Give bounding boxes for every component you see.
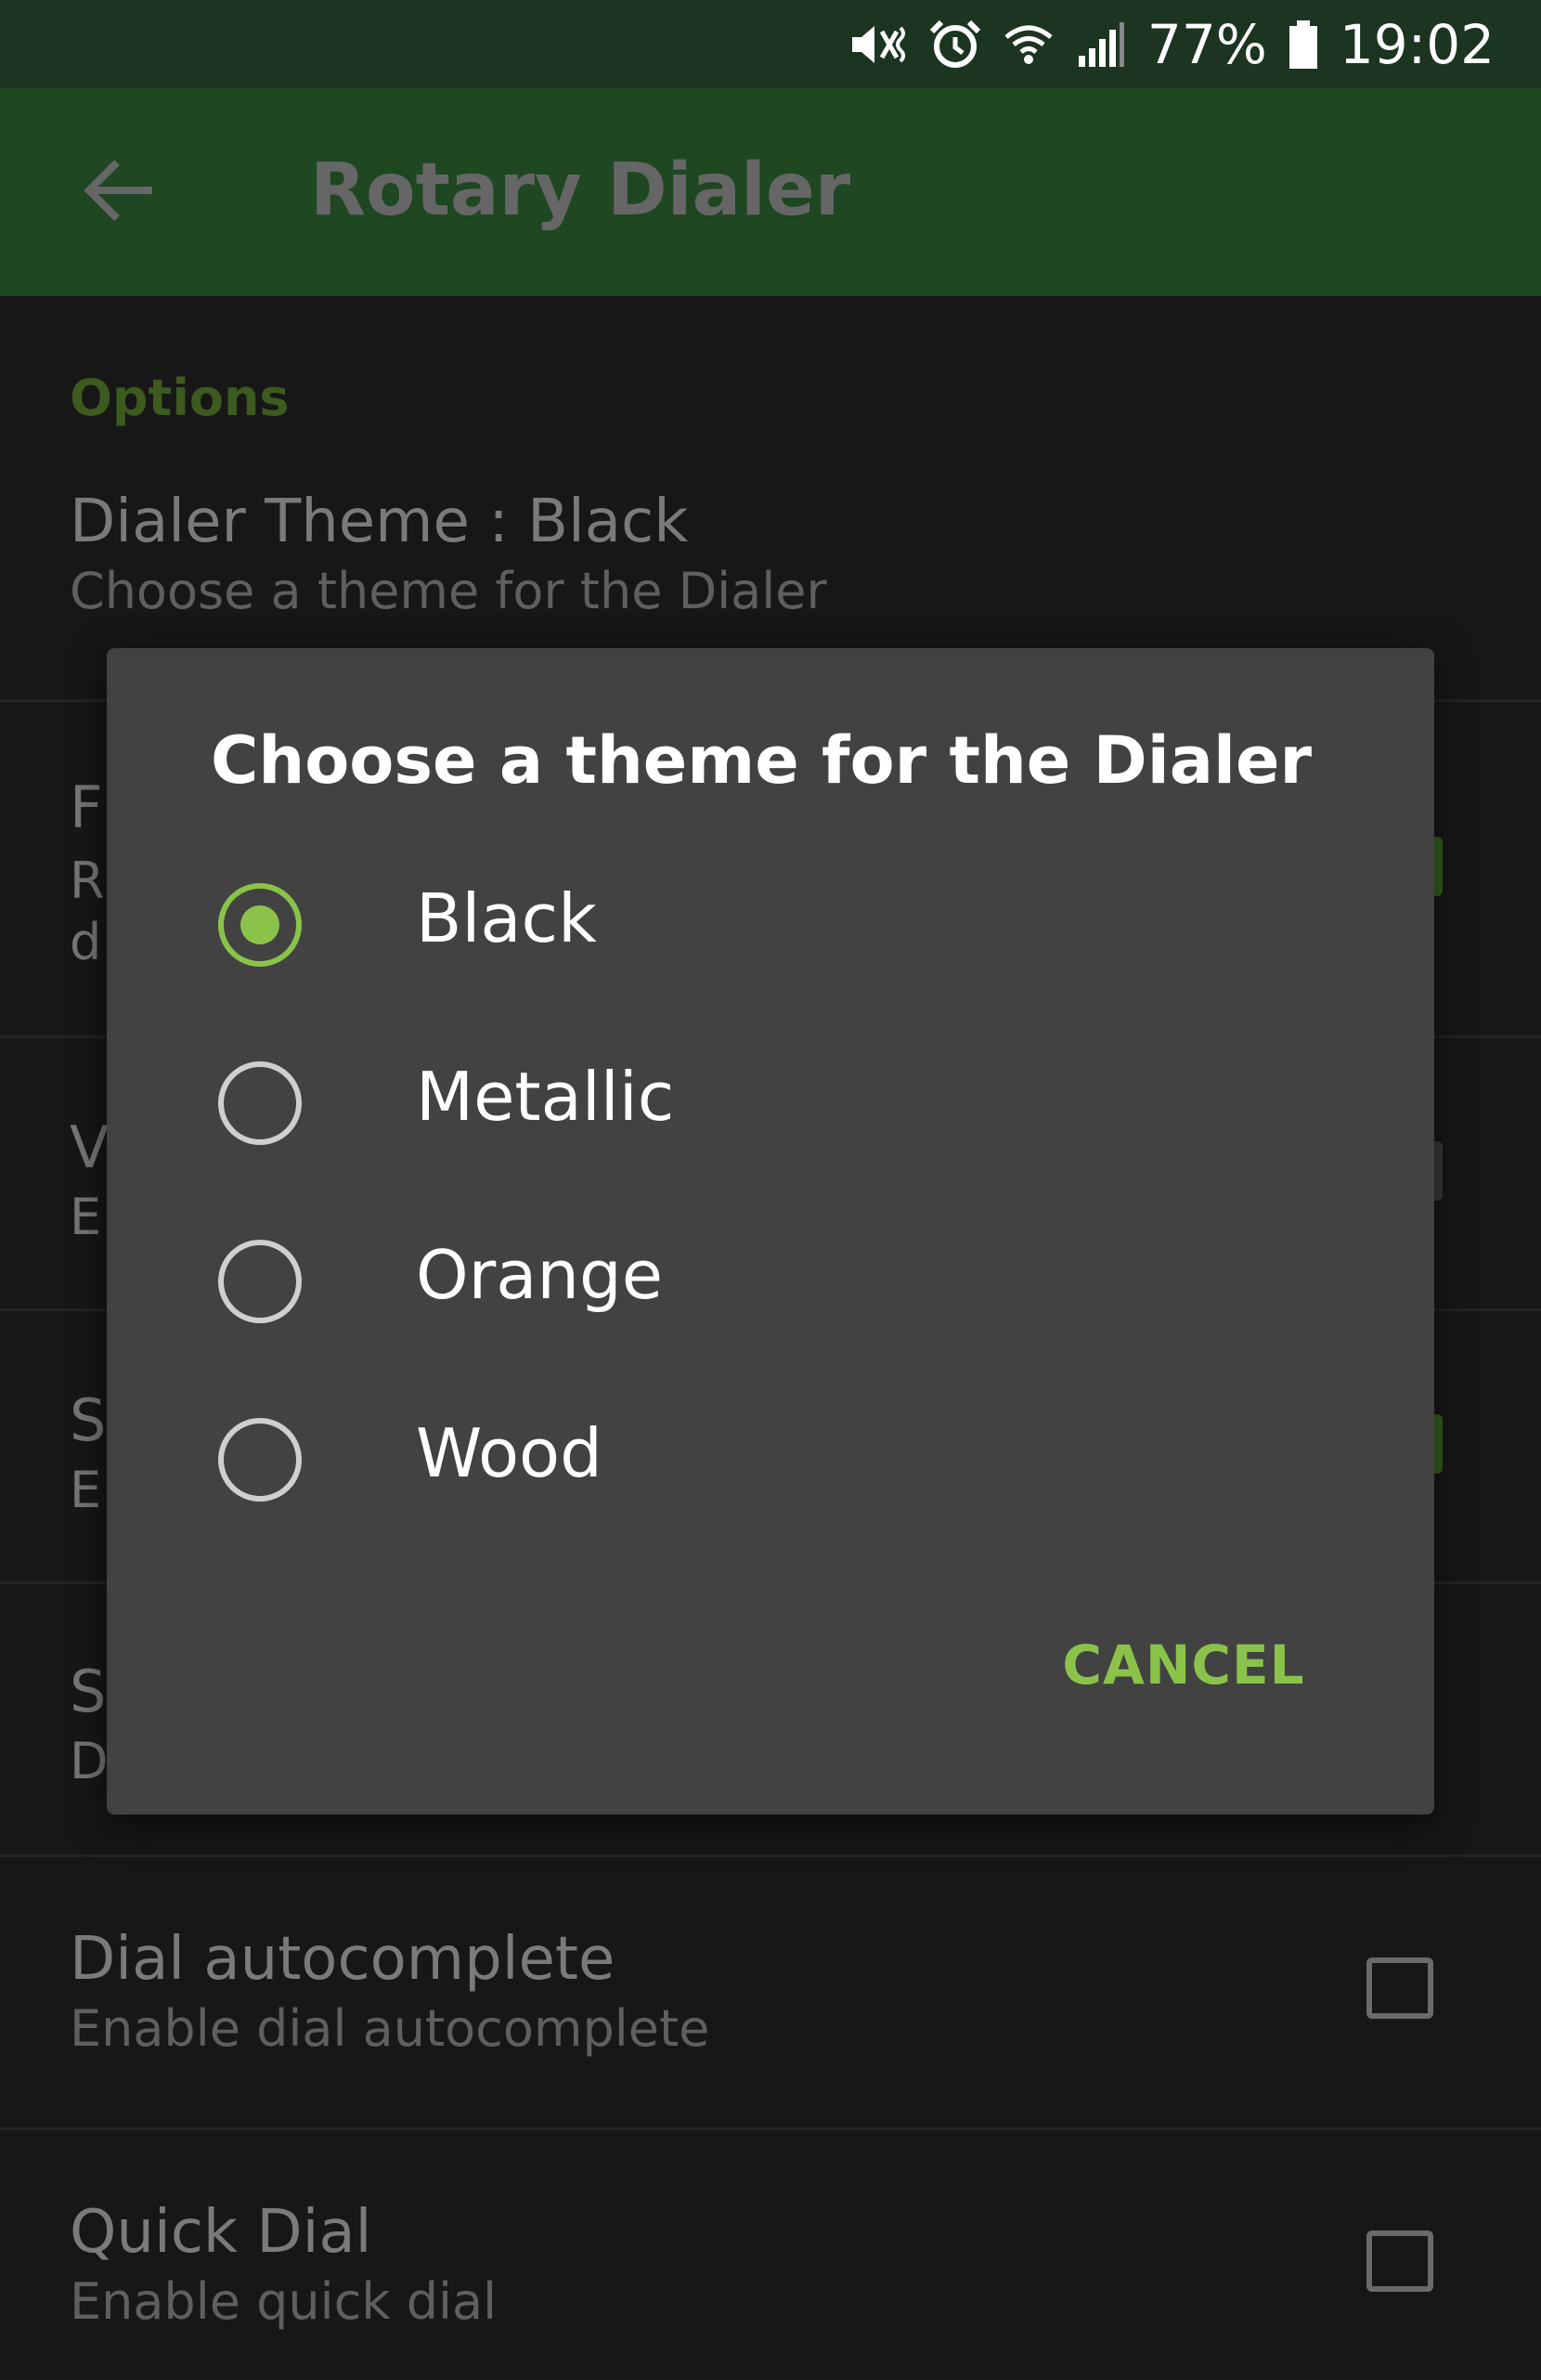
signal-icon — [1075, 19, 1127, 71]
cancel-button[interactable]: CANCEL — [1035, 1614, 1332, 1716]
pref-quick-dial[interactable]: Quick Dial Enable quick dial — [0, 2148, 1541, 2380]
dialog-title: Choose a theme for the Dialer — [211, 722, 1312, 799]
wifi-icon — [1003, 19, 1055, 71]
pref-summary-partial: E — [70, 1461, 102, 1519]
clock: 19:02 — [1339, 12, 1495, 76]
dial-autocomplete-checkbox[interactable] — [1366, 1957, 1433, 2019]
pref-summary: Choose a theme for the Dialer — [70, 562, 827, 620]
divider — [0, 1854, 1541, 1857]
pref-title-partial: F — [70, 774, 103, 841]
pref-summary-partial: D — [70, 1732, 109, 1790]
radio-button[interactable] — [218, 1061, 302, 1145]
mute-vibrate-icon — [848, 19, 908, 71]
pref-title: Quick Dial — [70, 2198, 372, 2267]
pref-title: Dial autocomplete — [70, 1925, 615, 1994]
pref-summary: Enable quick dial — [70, 2272, 498, 2331]
option-label: Black — [416, 879, 597, 957]
quick-dial-checkbox[interactable] — [1366, 2230, 1433, 2292]
theme-dialog: Choose a theme for the Dialer Black Meta… — [107, 648, 1434, 1814]
theme-option-orange[interactable]: Orange — [107, 1203, 1434, 1360]
pref-title: Dialer Theme : Black — [70, 488, 689, 556]
theme-option-black[interactable]: Black — [107, 846, 1434, 1004]
option-label: Wood — [416, 1414, 602, 1492]
radio-button[interactable] — [218, 1418, 302, 1502]
battery-percent: 77% — [1146, 12, 1267, 76]
option-label: Orange — [416, 1236, 664, 1314]
app-title: Rotary Dialer — [310, 149, 851, 232]
pref-summary-partial: R — [70, 852, 105, 910]
pref-summary-partial: E — [70, 1188, 102, 1246]
pref-title-partial: S — [70, 1658, 107, 1725]
pref-title-partial: S — [70, 1386, 107, 1454]
pref-summary: Enable dial autocomplete — [70, 1999, 710, 2058]
pref-summary-partial: d — [70, 913, 102, 971]
radio-button[interactable] — [218, 1240, 302, 1323]
alarm-icon — [928, 19, 982, 71]
option-label: Metallic — [416, 1058, 675, 1136]
theme-option-wood[interactable]: Wood — [107, 1381, 1434, 1539]
section-header-options: Options — [70, 369, 290, 427]
theme-option-metallic[interactable]: Metallic — [107, 1024, 1434, 1182]
divider — [0, 2127, 1541, 2130]
pref-title-partial: V — [70, 1113, 110, 1181]
radio-button[interactable] — [218, 883, 302, 967]
app-bar: Rotary Dialer — [0, 88, 1541, 296]
battery-icon — [1288, 19, 1319, 71]
arrow-back-icon[interactable] — [82, 157, 156, 224]
status-bar: 77% 19:02 — [0, 0, 1541, 88]
pref-dial-autocomplete[interactable]: Dial autocomplete Enable dial autocomple… — [0, 1875, 1541, 2126]
